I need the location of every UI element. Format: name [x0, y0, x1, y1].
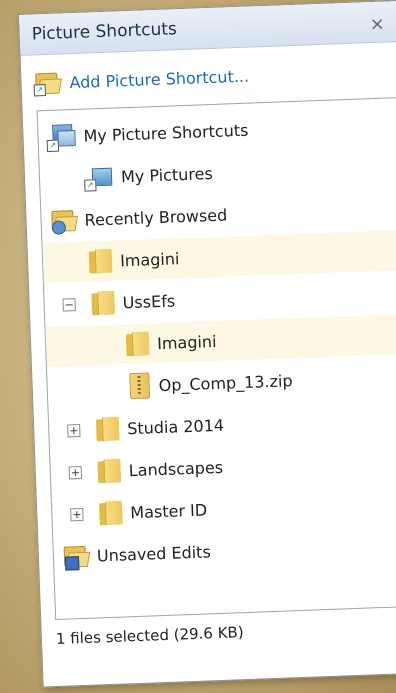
tree-item-label: UssEfs	[122, 290, 176, 312]
tree-item-label: My Picture Shortcuts	[83, 120, 249, 146]
close-icon[interactable]: ×	[369, 14, 385, 36]
pictures-folder-icon: ↗	[84, 166, 113, 192]
tree-item-label: Imagini	[156, 331, 217, 353]
expand-toggle-icon[interactable]	[68, 465, 83, 479]
tree-item-label: Master ID	[129, 499, 208, 522]
unsaved-edits-folder-icon	[63, 545, 91, 571]
picture-shortcuts-panel: Picture Shortcuts × ↗ Add Picture Shortc…	[18, 0, 396, 688]
folder-icon	[88, 248, 113, 274]
folder-icon	[91, 290, 116, 316]
add-picture-shortcut-label: Add Picture Shortcut...	[69, 66, 250, 92]
expand-toggle-icon[interactable]	[70, 507, 84, 521]
tree-item-label: Landscapes	[128, 457, 224, 480]
panel-titlebar: Picture Shortcuts ×	[19, 0, 396, 56]
folder-icon	[125, 331, 150, 357]
expand-toggle-icon[interactable]	[67, 423, 81, 437]
folder-icon	[97, 458, 122, 484]
status-bar: 1 files selected (29.6 KB)	[55, 623, 244, 649]
folder-icon	[98, 500, 123, 526]
add-picture-shortcut-link[interactable]: ↗ Add Picture Shortcut...	[33, 59, 250, 101]
collapse-toggle-icon[interactable]	[62, 297, 76, 312]
zip-file-icon	[129, 372, 151, 400]
tree-item-label: Recently Browsed	[84, 204, 228, 230]
tree-item-label: Unsaved Edits	[96, 541, 212, 565]
panel-title: Picture Shortcuts	[31, 19, 178, 45]
pictures-shortcut-icon: ↗	[46, 124, 76, 153]
tree-item-label: Op_Comp_13.zip	[158, 370, 293, 395]
tree-item-label: Studia 2014	[126, 415, 225, 438]
tree-item-label: My Pictures	[120, 163, 214, 186]
recent-folder-icon	[51, 210, 79, 235]
folder-icon	[95, 416, 120, 442]
add-shortcut-folder-icon: ↗	[33, 72, 62, 97]
shortcuts-tree: ↗ My Picture Shortcuts ↗ My Pictures Rec…	[36, 97, 396, 621]
tree-item-label: Imagini	[119, 248, 180, 270]
